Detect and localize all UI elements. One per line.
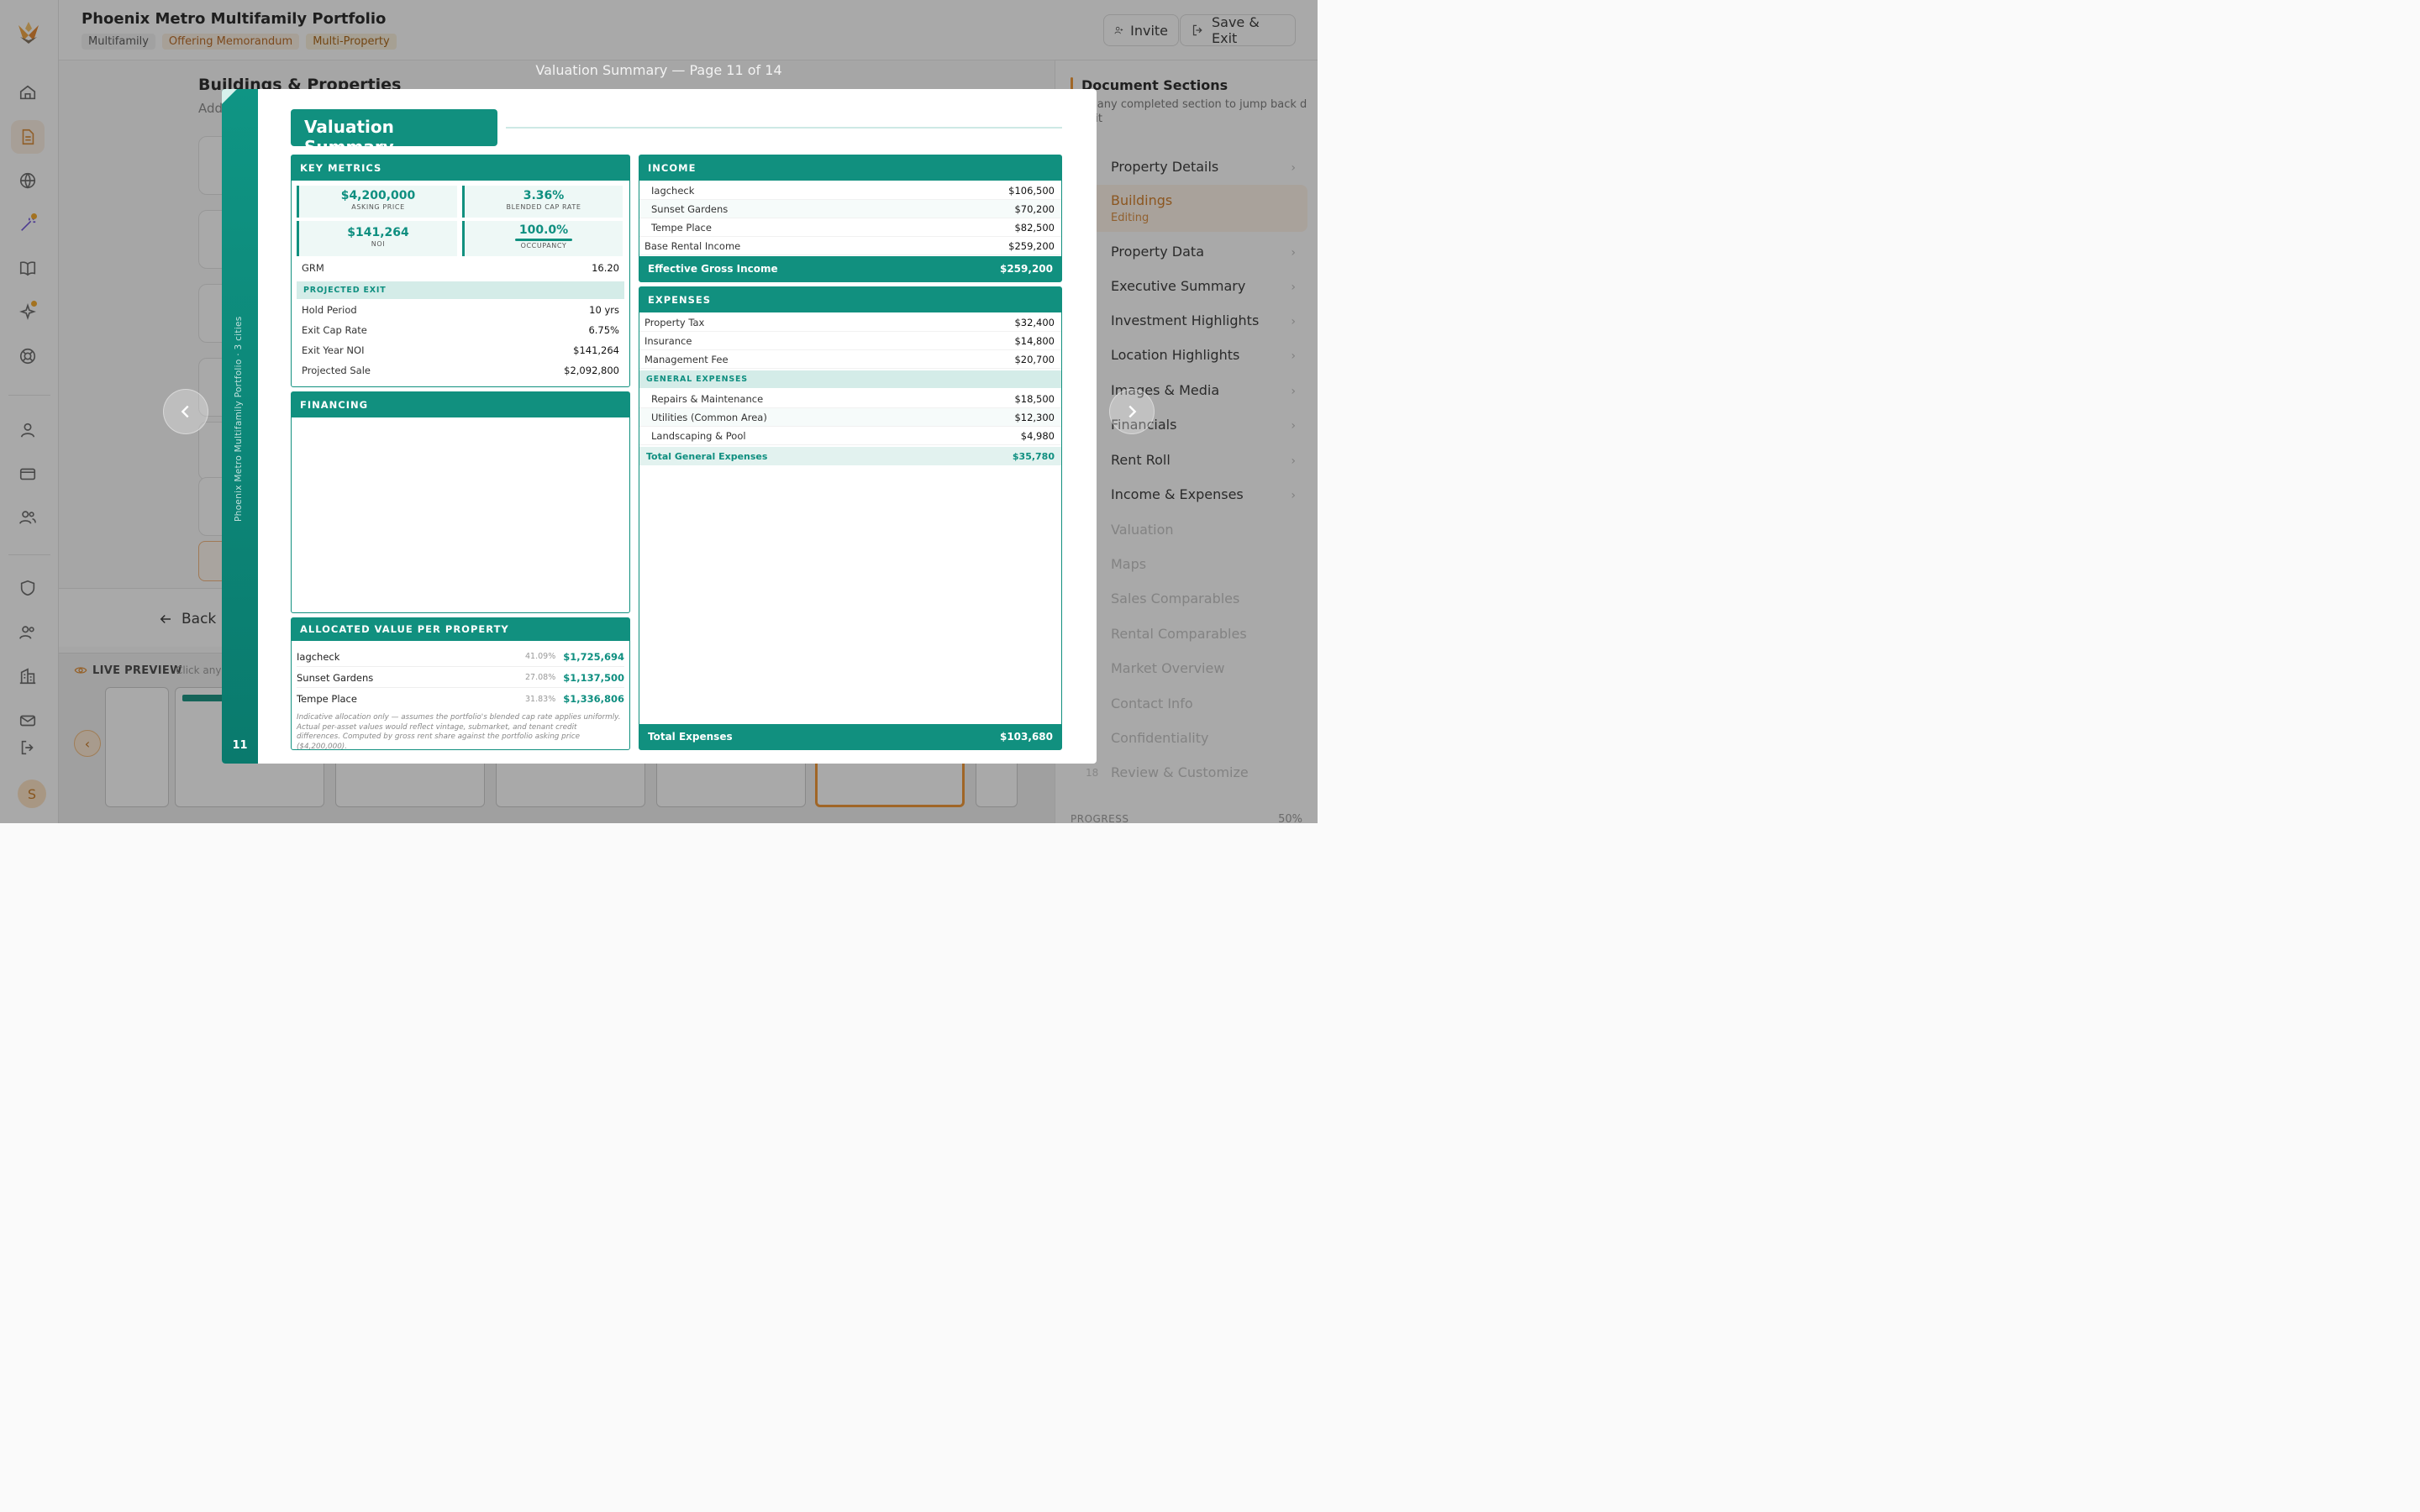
exit-row: Projected Sale $2,092,800 bbox=[302, 365, 619, 376]
projected-exit-title: PROJECTED EXIT bbox=[297, 281, 624, 299]
income-row: Tempe Place $82,500 bbox=[639, 218, 1061, 237]
general-expense-row: Landscaping & Pool $4,980 bbox=[639, 427, 1061, 445]
chevron-right-icon bbox=[1128, 405, 1137, 418]
metric-noi: $141,264 NOI bbox=[297, 221, 457, 256]
exit-row: Exit Year NOI $141,264 bbox=[302, 344, 619, 356]
income-panel: INCOME Iagcheck $106,500 Sunset Gardens $7… bbox=[639, 155, 1062, 282]
income-row: Iagcheck $106,500 bbox=[639, 181, 1061, 200]
financing-panel: FINANCING bbox=[291, 391, 630, 613]
expenses-title: EXPENSES bbox=[639, 287, 1061, 312]
allocated-row: Sunset Gardens 27.08% $1,137,500 bbox=[297, 668, 624, 688]
next-page-button[interactable] bbox=[1109, 389, 1155, 434]
preview-title: Valuation Summary — Page 11 of 14 bbox=[535, 62, 782, 78]
page-heading: Valuation Summary bbox=[291, 109, 497, 157]
financing-title: FINANCING bbox=[292, 392, 629, 417]
total-expenses: Total Expenses $103,680 bbox=[639, 724, 1061, 749]
page-number: 11 bbox=[232, 739, 248, 752]
expense-row: Management Fee $20,700 bbox=[639, 350, 1061, 369]
effective-gross-income: Effective Gross Income $259,200 bbox=[639, 256, 1061, 281]
income-row: Base Rental Income $259,200 bbox=[639, 237, 1061, 255]
allocated-value-panel: ALLOCATED VALUE PER PROPERTY Iagcheck 41.… bbox=[291, 617, 630, 751]
general-expenses-title: GENERAL EXPENSES bbox=[639, 370, 1061, 388]
page-spine: Phoenix Metro Multifamily Portfolio · 3 … bbox=[222, 89, 258, 764]
previous-page-button[interactable] bbox=[163, 389, 208, 434]
allocated-row: Tempe Place 31.83% $1,336,806 bbox=[297, 693, 624, 705]
allocation-note: Indicative allocation only — assumes the… bbox=[297, 713, 621, 751]
allocated-row: Iagcheck 41.09% $1,725,694 bbox=[297, 647, 624, 667]
income-title: INCOME bbox=[639, 155, 1061, 181]
general-expense-row: Utilities (Common Area) $12,300 bbox=[639, 408, 1061, 427]
grm-row: GRM 16.20 bbox=[302, 262, 619, 274]
page-preview-overlay[interactable]: Valuation Summary — Page 11 of 14 Phoeni… bbox=[0, 0, 1318, 823]
general-expense-row: Repairs & Maintenance $18,500 bbox=[639, 390, 1061, 408]
spine-text: Phoenix Metro Multifamily Portfolio · 3 … bbox=[234, 316, 244, 522]
occupancy-bar bbox=[515, 239, 572, 241]
exit-row: Exit Cap Rate 6.75% bbox=[302, 324, 619, 336]
metric-occupancy: 100.0% OCCUPANCY bbox=[462, 221, 623, 256]
metric-cap-rate: 3.36% BLENDED CAP RATE bbox=[462, 186, 623, 218]
allocated-value-title: ALLOCATED VALUE PER PROPERTY bbox=[292, 618, 629, 641]
key-metrics-panel: KEY METRICS $4,200,000 ASKING PRICE 3.36… bbox=[291, 155, 630, 387]
expense-row: Insurance $14,800 bbox=[639, 332, 1061, 350]
metric-asking-price: $4,200,000 ASKING PRICE bbox=[297, 186, 457, 218]
key-metrics-title: KEY METRICS bbox=[292, 155, 629, 181]
total-general-expenses: Total General Expenses $35,780 bbox=[639, 447, 1061, 465]
chevron-left-icon bbox=[181, 405, 189, 418]
expenses-panel: EXPENSES Property Tax $32,400 Insurance $1… bbox=[639, 286, 1062, 750]
document-page: Phoenix Metro Multifamily Portfolio · 3 … bbox=[222, 89, 1097, 764]
exit-row: Hold Period 10 yrs bbox=[302, 304, 619, 316]
expense-row: Property Tax $32,400 bbox=[639, 313, 1061, 332]
income-row: Sunset Gardens $70,200 bbox=[639, 200, 1061, 218]
